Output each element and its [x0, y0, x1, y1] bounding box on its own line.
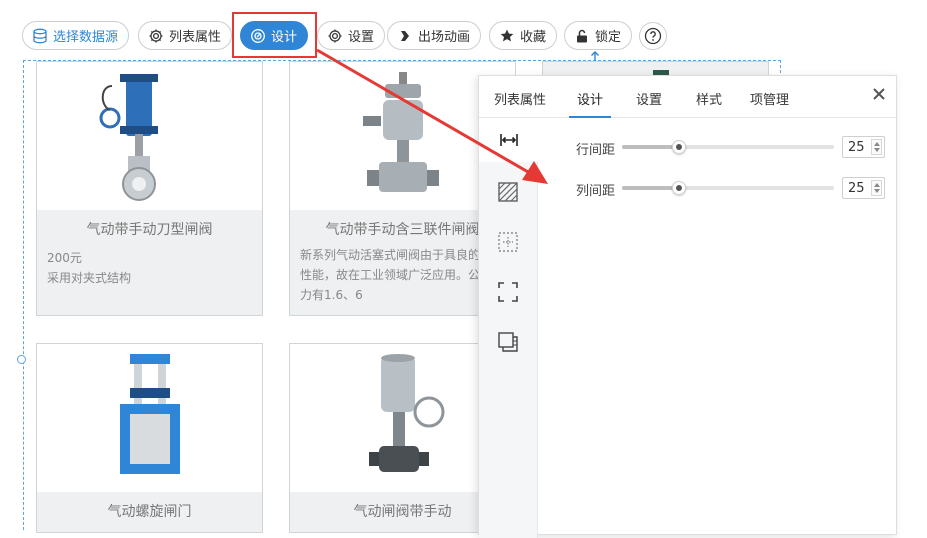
product-title: 气动螺旋闸门: [107, 504, 192, 520]
tab-style[interactable]: 样式: [696, 89, 722, 108]
rail-item-border[interactable]: [498, 282, 518, 302]
background-pattern-icon: [498, 182, 518, 202]
product-price: 200元: [47, 251, 82, 265]
active-tab-indicator: [569, 116, 611, 118]
unlock-icon: [577, 29, 587, 42]
lock-label: 锁定: [595, 30, 622, 45]
product-card[interactable]: 气动带手动刀型闸阀 200元 采用对夹式结构: [36, 61, 263, 316]
row-spacing-slider-thumb[interactable]: [672, 140, 686, 154]
close-icon[interactable]: [872, 87, 886, 101]
column-spacing-slider[interactable]: [622, 181, 834, 195]
column-spacing-slider-thumb[interactable]: [672, 181, 686, 195]
help-icon: [644, 27, 662, 45]
border-corners-icon: [498, 282, 518, 302]
database-icon: [33, 28, 47, 43]
row-spacing-slider-fill: [622, 145, 679, 149]
rail-item-padding[interactable]: [498, 232, 518, 252]
tab-settings[interactable]: 设置: [636, 89, 662, 108]
row-spacing-stepper[interactable]: [871, 139, 882, 155]
product-image: [37, 344, 262, 492]
favorite-label: 收藏: [520, 30, 547, 45]
select-datasource-label: 选择数据源: [53, 30, 119, 45]
design-category-rail: [479, 118, 538, 538]
settings-label: 设置: [348, 30, 375, 45]
product-title: 气动带手动刀型闸阀: [86, 222, 213, 238]
shadow-icon: [498, 332, 518, 352]
tab-design[interactable]: 设计: [577, 89, 603, 108]
gear-icon: [328, 29, 342, 42]
column-spacing-label: 列间距: [576, 184, 616, 199]
entrance-animation-label: 出场动画: [418, 30, 471, 45]
product-description: 采用对夹式结构: [47, 271, 132, 285]
row-spacing-label: 行间距: [576, 143, 616, 158]
rail-item-spacing[interactable]: [479, 118, 538, 162]
product-card[interactable]: 气动螺旋闸门: [36, 343, 263, 533]
row-spacing-input[interactable]: 25: [842, 136, 885, 158]
rail-item-shadow[interactable]: [498, 332, 518, 352]
settings-button[interactable]: 设置: [317, 21, 386, 50]
help-button[interactable]: [639, 22, 667, 50]
product-image: [37, 62, 262, 210]
tab-list-properties[interactable]: 列表属性: [494, 89, 546, 108]
design-settings-panel: 列表属性 设计 设置 样式 项管理 行间距 25 列间距 25: [478, 75, 897, 538]
column-spacing-input[interactable]: 25: [842, 177, 885, 199]
row-spacing-slider[interactable]: [622, 140, 834, 154]
favorite-button[interactable]: 收藏: [489, 21, 558, 50]
lock-button[interactable]: 锁定: [564, 21, 633, 50]
spacing-icon: [499, 134, 518, 146]
row-spacing-value: 25: [848, 140, 865, 155]
list-properties-button[interactable]: 列表属性: [138, 21, 233, 50]
padding-icon: [498, 232, 518, 252]
animation-icon: [401, 30, 409, 41]
select-datasource-button[interactable]: 选择数据源: [22, 21, 130, 50]
product-description: 新系列气动活塞式闸阀由于具良的切断性能，故在工业领域广泛应用。公称压力有1.6、…: [300, 248, 505, 302]
editor-canvas: 选择数据源 列表属性 设计 设置 出场动画 收藏 锁定 气动带手动刀型闸阀 20…: [0, 0, 927, 538]
annotation-highlight-box: [232, 12, 317, 58]
list-properties-label: 列表属性: [169, 30, 222, 45]
gear-icon: [149, 29, 163, 42]
rail-item-background[interactable]: [498, 182, 518, 202]
entrance-animation-button[interactable]: 出场动画: [387, 21, 482, 50]
column-spacing-stepper[interactable]: [871, 180, 882, 196]
tab-item-management[interactable]: 项管理: [750, 89, 789, 108]
column-spacing-slider-fill: [622, 186, 679, 190]
panel-tabs: 列表属性 设计 设置 样式 项管理: [479, 76, 896, 118]
column-spacing-value: 25: [848, 181, 865, 196]
resize-handle-left[interactable]: [17, 355, 26, 364]
star-icon: [500, 29, 514, 41]
